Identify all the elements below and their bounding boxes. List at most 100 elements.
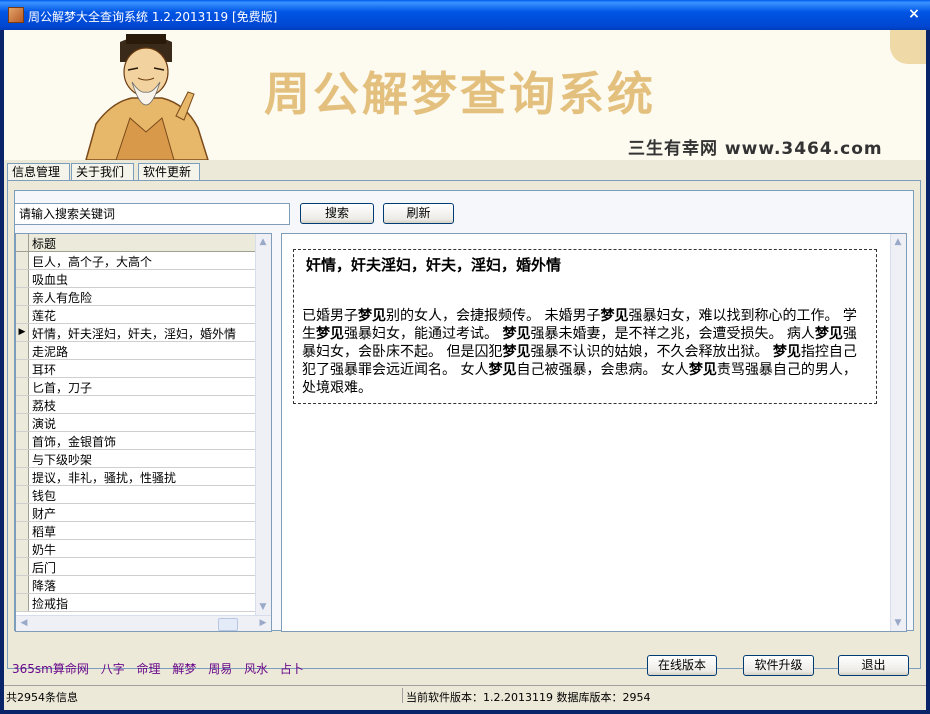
- link-fengshui[interactable]: 风水: [244, 662, 268, 676]
- row-selector[interactable]: [16, 306, 29, 323]
- row-selector[interactable]: [16, 270, 29, 287]
- link-bazi[interactable]: 八字: [101, 662, 125, 676]
- list-item[interactable]: 亲人有危险: [16, 288, 255, 306]
- list-item[interactable]: 莲花: [16, 306, 255, 324]
- banner-site-text: 三生有幸网 www.3464.com: [628, 139, 883, 159]
- list-item[interactable]: 提议，非礼，骚扰，性骚扰: [16, 468, 255, 486]
- list-item-label: 奶牛: [32, 543, 57, 557]
- row-selector[interactable]: [16, 432, 29, 449]
- row-selector[interactable]: [16, 342, 29, 359]
- detail-vertical-scrollbar[interactable]: ▲ ▼: [890, 234, 906, 631]
- row-selector[interactable]: [16, 288, 29, 305]
- close-button[interactable]: ×: [906, 6, 922, 22]
- list-item[interactable]: 荔枝: [16, 396, 255, 414]
- row-selector[interactable]: [16, 414, 29, 431]
- list-item[interactable]: 后门: [16, 558, 255, 576]
- link-zhanbu[interactable]: 占卜: [280, 662, 304, 676]
- list-item[interactable]: 财产: [16, 504, 255, 522]
- row-selector[interactable]: [16, 558, 29, 575]
- row-selector[interactable]: [16, 468, 29, 485]
- article-keyword: 梦见: [358, 308, 386, 324]
- list-item[interactable]: 吸血虫: [16, 270, 255, 288]
- status-separator: [402, 688, 403, 703]
- row-selector[interactable]: [16, 360, 29, 377]
- article-text-segment: 别的女人，会捷报频传。 未婚男子: [386, 308, 601, 324]
- list-item-label: 财产: [32, 507, 57, 521]
- upgrade-button[interactable]: 软件升级: [743, 655, 814, 676]
- list-item[interactable]: 演说: [16, 414, 255, 432]
- list-horizontal-scrollbar[interactable]: ◀ ▶: [16, 615, 271, 631]
- link-mingli[interactable]: 命理: [137, 662, 161, 676]
- row-selector[interactable]: [16, 576, 29, 593]
- list-item-label: 走泥路: [32, 345, 69, 359]
- zhougong-portrait-image: [85, 34, 209, 160]
- horizontal-scroll-thumb[interactable]: [218, 618, 238, 631]
- scroll-down-icon[interactable]: ▼: [891, 616, 905, 630]
- list-item-label: 演说: [32, 417, 57, 431]
- list-item[interactable]: ▶ 奸情，奸夫淫妇，奸夫，淫妇，婚外情: [16, 324, 255, 342]
- article-text-segment: 自己被强暴，会患病。 女人: [516, 362, 689, 378]
- row-selector[interactable]: [16, 396, 29, 413]
- list-item[interactable]: 钱包: [16, 486, 255, 504]
- article-title: 奸情，奸夫淫妇，奸夫，淫妇，婚外情: [306, 256, 562, 274]
- article-keyword: 梦见: [488, 362, 517, 378]
- link-365sm[interactable]: 365sm算命网: [12, 662, 89, 676]
- refresh-button[interactable]: 刷新: [383, 203, 454, 224]
- list-item[interactable]: 耳环: [16, 360, 255, 378]
- list-item[interactable]: 稻草: [16, 522, 255, 540]
- window-title: 周公解梦大全查询系统 1.2.2013119 [免费版]: [28, 10, 278, 24]
- list-item-label: 耳环: [32, 363, 57, 377]
- scroll-right-icon[interactable]: ▶: [256, 616, 270, 630]
- list-item-label: 奸情，奸夫淫妇，奸夫，淫妇，婚外情: [32, 327, 237, 341]
- list-item[interactable]: 与下级吵架: [16, 450, 255, 468]
- footer-links: 365sm算命网 八字 命理 解梦 周易 风水 占卜: [12, 660, 312, 677]
- tab-software-update[interactable]: 软件更新: [138, 163, 200, 180]
- list-item-label: 提议，非礼，骚扰，性骚扰: [32, 471, 177, 485]
- article-text-segment: 已婚男子: [302, 308, 358, 324]
- tab-about-us[interactable]: 关于我们: [71, 163, 134, 180]
- list-item[interactable]: 巨人，高个子，大高个: [16, 252, 255, 270]
- online-version-button[interactable]: 在线版本: [647, 655, 717, 676]
- row-selector[interactable]: [16, 522, 29, 539]
- scroll-up-icon[interactable]: ▲: [256, 235, 270, 249]
- row-selector[interactable]: [16, 378, 29, 395]
- list-item[interactable]: 匕首，刀子: [16, 378, 255, 396]
- row-selector[interactable]: [16, 450, 29, 467]
- list-item[interactable]: 降落: [16, 576, 255, 594]
- list-item-label: 亲人有危险: [32, 291, 93, 305]
- header-gutter: [16, 234, 29, 251]
- list-header[interactable]: 标题: [16, 234, 255, 252]
- scroll-down-icon[interactable]: ▼: [256, 600, 270, 614]
- scroll-up-icon[interactable]: ▲: [891, 235, 905, 249]
- tab-info-management[interactable]: 信息管理: [7, 163, 70, 180]
- list-item-label: 巨人，高个子，大高个: [32, 255, 153, 269]
- article-body: 已婚男子梦见别的女人，会捷报频传。 未婚男子梦见强暴妇女，难以找到称心的工作。 …: [302, 307, 868, 397]
- exit-button[interactable]: 退出: [838, 655, 909, 676]
- search-button[interactable]: 搜索: [300, 203, 374, 224]
- link-jiemeng[interactable]: 解梦: [172, 662, 196, 676]
- title-bar[interactable]: 周公解梦大全查询系统 1.2.2013119 [免费版] ×: [0, 0, 930, 30]
- column-header-title: 标题: [32, 237, 57, 251]
- app-window: 周公解梦大全查询系统 1.2.2013119 [免费版] × 周公解梦查询系统 …: [0, 0, 930, 714]
- scroll-left-icon[interactable]: ◀: [17, 616, 31, 630]
- article-keyword: 梦见: [772, 344, 801, 360]
- list-vertical-scrollbar[interactable]: ▲ ▼: [255, 234, 271, 615]
- list-item[interactable]: 奶牛: [16, 540, 255, 558]
- title-list[interactable]: 标题 巨人，高个子，大高个 吸血虫 亲人有危险 莲花 ▶ 奸情，奸夫淫妇，奸夫，淫妇，婚外…: [15, 233, 272, 632]
- row-selector[interactable]: [16, 504, 29, 521]
- list-item-label: 降落: [32, 579, 57, 593]
- row-selector[interactable]: [16, 540, 29, 557]
- list-item[interactable]: 走泥路: [16, 342, 255, 360]
- status-bar: 共2954条信息 当前软件版本：1.2.2013119 数据库版本：2954: [4, 685, 926, 705]
- article-keyword: 梦见: [600, 308, 629, 324]
- link-zhouyi[interactable]: 周易: [208, 662, 232, 676]
- search-input[interactable]: 请输入搜索关键词: [14, 203, 290, 225]
- list-item[interactable]: 首饰，金银首饰: [16, 432, 255, 450]
- row-selected-arrow-icon[interactable]: ▶: [16, 324, 29, 341]
- list-item-label: 与下级吵架: [32, 453, 93, 467]
- row-selector[interactable]: [16, 486, 29, 503]
- list-item-label: 荔枝: [32, 399, 57, 413]
- list-item[interactable]: 捡戒指: [16, 594, 255, 612]
- row-selector[interactable]: [16, 252, 29, 269]
- row-selector[interactable]: [16, 594, 29, 611]
